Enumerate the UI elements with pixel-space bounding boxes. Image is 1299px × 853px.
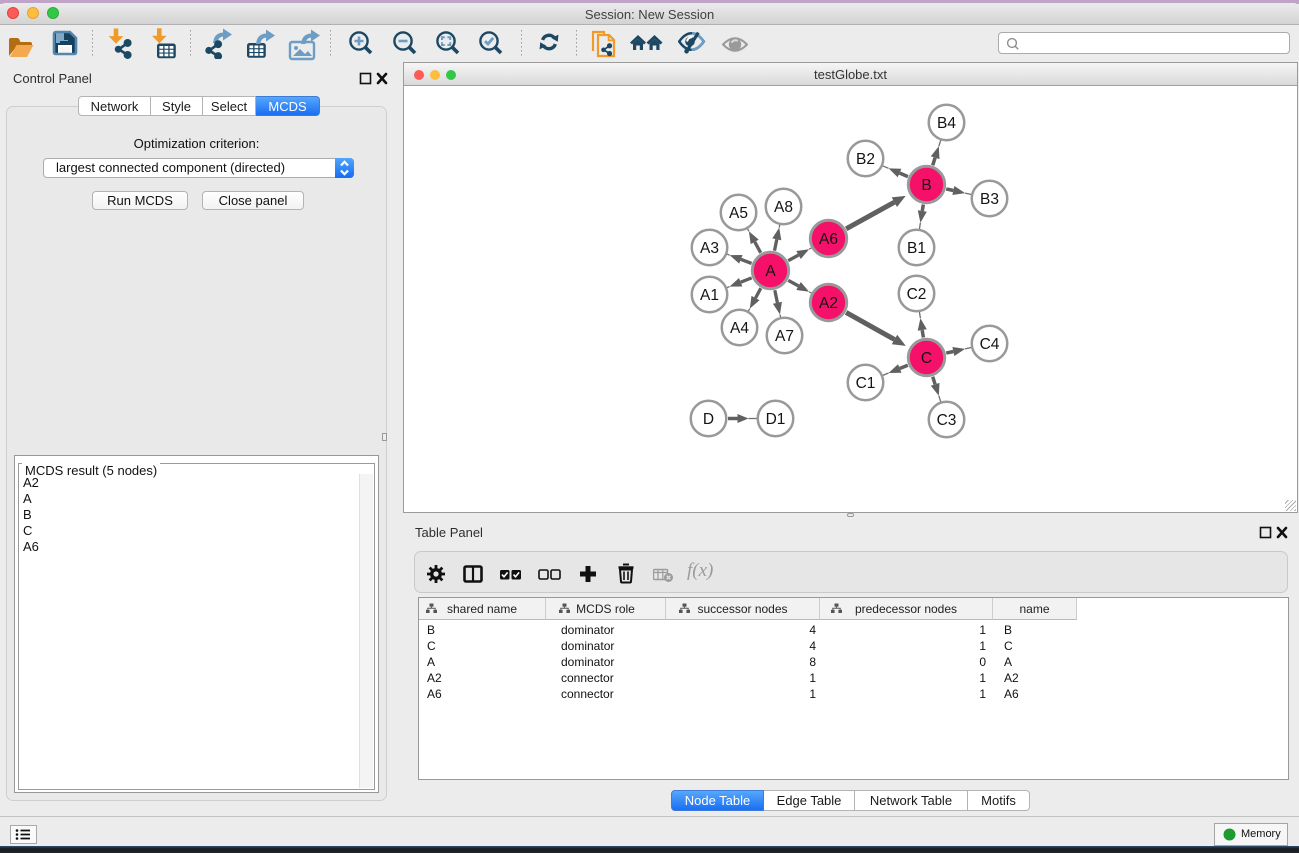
svg-text:B3: B3 [980,191,999,208]
svg-text:A8: A8 [774,199,793,216]
svg-text:A4: A4 [730,320,749,337]
svg-text:C4: C4 [980,336,1000,353]
svg-text:D: D [703,411,714,428]
svg-text:B2: B2 [856,151,875,168]
svg-text:A: A [765,263,776,280]
svg-text:D1: D1 [766,411,786,428]
svg-text:A1: A1 [700,287,719,304]
svg-text:B: B [921,177,931,194]
svg-text:A5: A5 [729,205,748,222]
svg-text:A6: A6 [819,231,838,248]
svg-text:A3: A3 [700,240,719,257]
svg-text:A2: A2 [819,295,838,312]
svg-text:C2: C2 [907,286,927,303]
svg-text:C3: C3 [937,412,957,429]
svg-text:A7: A7 [775,328,794,345]
svg-text:B1: B1 [907,240,926,257]
svg-text:B4: B4 [937,115,956,132]
svg-text:C: C [921,350,932,367]
svg-text:C1: C1 [856,375,876,392]
